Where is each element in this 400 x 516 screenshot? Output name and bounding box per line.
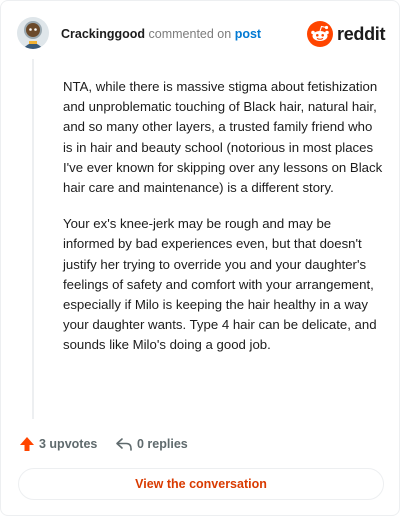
comment-header: Crackinggood commented on post reddit [17,17,387,51]
username[interactable]: Crackinggood [61,27,145,41]
view-conversation-button[interactable]: View the conversation [18,468,384,500]
comment-card: Crackinggood commented on post reddit NT… [0,0,400,516]
brand-name: reddit [337,24,386,44]
comment-actions: 3 upvotes 0 replies [19,433,319,455]
comment-meta: Crackinggood commented on post [61,26,261,42]
reddit-snoo-icon [307,21,333,47]
avatar-astronaut-icon [17,17,49,49]
action-text: commented on [148,27,232,41]
thread-line [32,59,34,419]
upvote-arrow-icon [20,437,34,451]
comment-body: NTA, while there is massive stigma about… [63,77,383,372]
replies-button[interactable]: 0 replies [115,433,188,455]
reddit-logo[interactable]: reddit [307,21,387,47]
reply-arrow-icon [116,438,132,451]
upvote-count: 3 upvotes [39,437,98,451]
comment-paragraph: Your ex's knee-jerk may be rough and may… [63,216,377,353]
comment-paragraph: NTA, while there is massive stigma about… [63,79,383,196]
reply-count: 0 replies [137,437,188,451]
post-link[interactable]: post [235,27,261,41]
upvote-button[interactable]: 3 upvotes [19,433,97,455]
avatar[interactable] [17,17,49,49]
